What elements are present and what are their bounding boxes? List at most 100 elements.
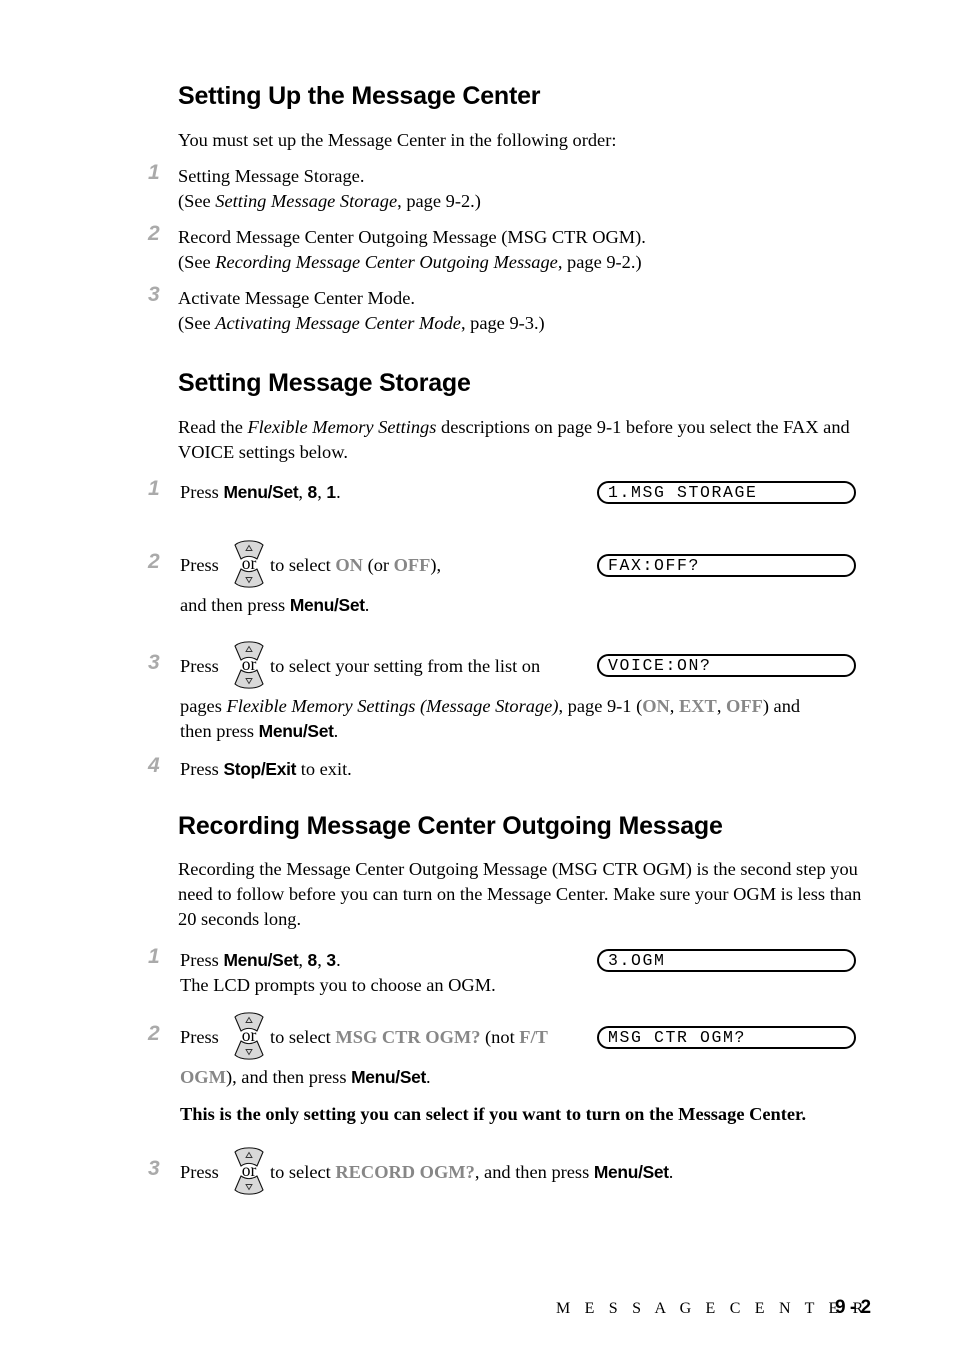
storage-intro-text: Read the Flexible Memory Settings descri…: [178, 415, 878, 465]
up-down-arrow-key-icon[interactable]: or: [231, 1146, 267, 1196]
press-word: Press: [180, 759, 224, 779]
step-number: 1: [148, 945, 160, 968]
lcd-display-ogm: 3.OGM: [597, 949, 856, 972]
step-number: 4: [148, 754, 160, 777]
exit-suffix: to exit.: [296, 759, 352, 779]
paren-open: (or: [362, 555, 394, 575]
value-ext: EXT: [679, 696, 717, 716]
select-phrase: to select: [270, 1162, 336, 1182]
menu-set-key: Menu/Set: [593, 1162, 669, 1182]
storage-step-3-press-label: Press: [180, 654, 219, 679]
heading-recording-message-center-outgoing-message: Recording Message Center Outgoing Messag…: [178, 812, 723, 840]
comma: ,: [298, 482, 308, 502]
menu-set-key: Menu/Set: [223, 482, 299, 502]
intro-part-a: Read the: [178, 417, 248, 437]
lcd-text: MSG CTR OGM?: [608, 1027, 747, 1047]
recording-step-2-line2: OGM), and then press Menu/Set.: [180, 1065, 880, 1090]
manual-page: Setting Up the Message Center You must s…: [0, 0, 954, 1352]
or-label: or: [241, 654, 257, 674]
heading-setting-message-storage: Setting Message Storage: [178, 369, 471, 397]
value-record-ogm: RECORD OGM?: [335, 1162, 475, 1182]
see-prefix: (See: [178, 191, 216, 211]
menu-set-key: Menu/Set: [289, 595, 365, 615]
digit-key: 8: [307, 482, 318, 502]
recording-step-3-press-label: Press: [180, 1160, 219, 1185]
recording-step-2-press-label: Press: [180, 1025, 219, 1050]
menu-set-key: Menu/Set: [223, 950, 299, 970]
not-open: (not: [480, 1027, 520, 1047]
sep: ,: [669, 696, 679, 716]
digit-key: 8: [307, 950, 318, 970]
period: .: [364, 595, 370, 615]
menu-set-key: Menu/Set: [258, 721, 334, 741]
see-reference: Activating Message Center Mode: [215, 313, 461, 333]
see-prefix: (See: [178, 252, 216, 272]
intro-reference: Flexible Memory Settings: [247, 417, 437, 437]
value-off: OFF: [393, 555, 431, 575]
step-line: Setting Message Storage.: [178, 166, 365, 186]
recording-step-1-text: Press Menu/Set, 8, 3. The LCD prompts yo…: [180, 948, 580, 998]
step-line: Activate Message Center Mode.: [178, 288, 415, 308]
lcd-display-fax-off: FAX:OFF?: [597, 554, 856, 577]
storage-step-4-text: Press Stop/Exit to exit.: [180, 757, 352, 782]
or-label: or: [241, 1025, 257, 1045]
period: .: [426, 1067, 431, 1087]
press-word: Press: [180, 1162, 219, 1182]
value-off: OFF: [726, 696, 763, 716]
period: .: [336, 482, 341, 502]
period: .: [336, 950, 341, 970]
after-text: , and then press: [474, 1162, 594, 1182]
then-press-text: then press: [180, 721, 259, 741]
up-down-arrow-key-icon[interactable]: or: [231, 640, 267, 690]
lcd-text: 3.OGM: [608, 950, 666, 970]
see-suffix: , page 9-3.): [460, 313, 545, 333]
pages-word: pages: [180, 696, 227, 716]
lcd-display-msg-storage: 1.MSG STORAGE: [597, 481, 856, 504]
step-number: 2: [148, 222, 160, 245]
footer-page-number: 9 - 2: [835, 1297, 871, 1318]
press-word: Press: [180, 1027, 219, 1047]
press-word: Press: [180, 482, 224, 502]
step-number: 3: [148, 1157, 160, 1180]
value-on: ON: [642, 696, 670, 716]
memory-settings-reference: Flexible Memory Settings (Message Storag…: [226, 696, 559, 716]
step-line: Record Message Center Outgoing Message (…: [178, 227, 646, 247]
lcd-text: 1.MSG STORAGE: [608, 482, 758, 502]
step-number: 1: [148, 161, 160, 184]
recording-step-2-note: This is the only setting you can select …: [180, 1104, 807, 1124]
lcd-prompt-text: The LCD prompts you to choose an OGM.: [180, 975, 496, 995]
setup-intro-text: You must set up the Message Center in th…: [178, 130, 617, 150]
period: .: [333, 721, 339, 741]
press-word: Press: [180, 950, 224, 970]
up-down-arrow-key-icon[interactable]: or: [231, 1011, 267, 1061]
period: .: [668, 1162, 674, 1182]
see-reference: Setting Message Storage: [215, 191, 398, 211]
tail: ) and: [762, 696, 801, 716]
digit-key: 1: [326, 482, 337, 502]
see-prefix: (See: [178, 313, 216, 333]
or-label: or: [241, 553, 257, 573]
value-ft: F/T: [519, 1027, 548, 1047]
heading-setting-up-the-message-center: Setting Up the Message Center: [178, 82, 541, 110]
lcd-display-msg-ctr-ogm: MSG CTR OGM?: [597, 1026, 856, 1049]
storage-step-1-text: Press Menu/Set, 8, 1.: [180, 480, 341, 505]
after-text: ), and then press: [225, 1067, 352, 1087]
recording-intro-text: Recording the Message Center Outgoing Me…: [178, 859, 862, 929]
menu-set-key: Menu/Set: [351, 1067, 426, 1087]
lcd-text: VOICE:ON?: [608, 655, 712, 675]
setup-step-1-text: Setting Message Storage. (See Setting Me…: [178, 164, 878, 214]
digit-key: 3: [326, 950, 337, 970]
press-word: Press: [180, 656, 219, 676]
page-ref: , page 9-1 (: [558, 696, 643, 716]
up-down-arrow-key-icon[interactable]: or: [231, 539, 267, 589]
step-number: 1: [148, 477, 160, 500]
value-msg-ctr-ogm: MSG CTR OGM?: [335, 1027, 481, 1047]
stop-exit-key: Stop/Exit: [223, 759, 297, 779]
then-press-text: and then press: [180, 595, 290, 615]
storage-step-2-press-label: Press: [180, 553, 219, 578]
sep: ,: [716, 696, 727, 716]
recording-step-3-text: to select RECORD OGM?, and then press Me…: [270, 1160, 673, 1185]
step-number: 3: [148, 283, 160, 306]
select-phrase: to select: [270, 555, 336, 575]
or-label: or: [241, 1160, 257, 1180]
